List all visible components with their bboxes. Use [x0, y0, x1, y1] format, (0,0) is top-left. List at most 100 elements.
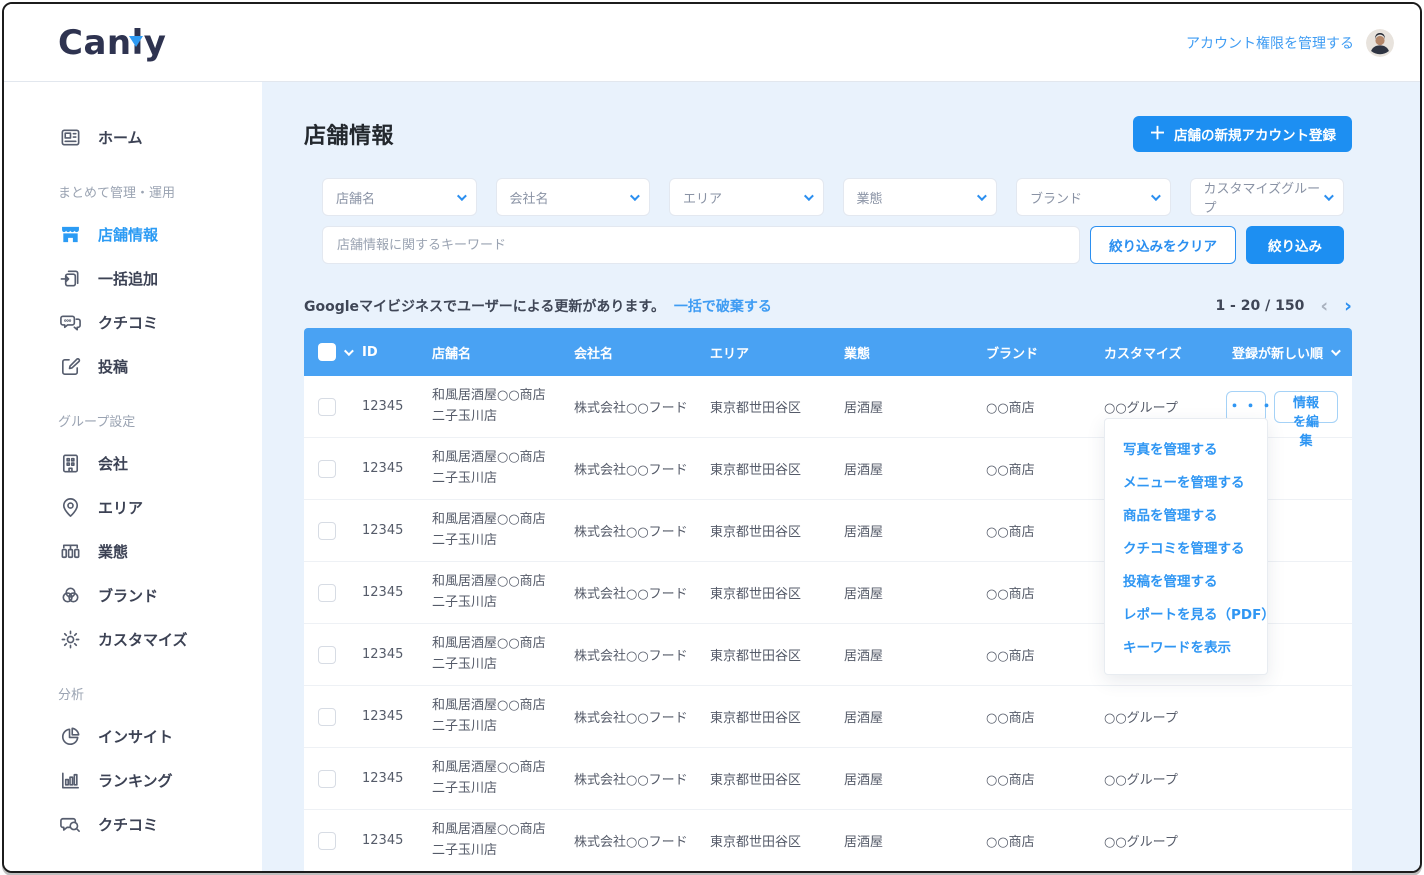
- filter-select-label: 店舗名: [336, 188, 375, 207]
- row-checkbox[interactable]: [318, 398, 336, 416]
- cell-store-name: 和風居酒屋○○商店二子玉川店: [432, 386, 574, 426]
- cell-company: 株式会社○○フード: [574, 583, 710, 602]
- menu-item[interactable]: 商品を管理する: [1105, 497, 1267, 530]
- chevron-down-icon: [977, 191, 987, 201]
- sidebar-item-insights[interactable]: インサイト: [58, 721, 262, 751]
- sidebar-item-label: ランキング: [98, 770, 173, 791]
- sidebar-item-posts[interactable]: 投稿: [58, 351, 262, 381]
- cell-company: 株式会社○○フード: [574, 769, 710, 788]
- home-icon: [58, 125, 82, 149]
- cell-customize: ○○グループ: [1104, 769, 1226, 788]
- sidebar-item-label: インサイト: [98, 726, 173, 747]
- sort-chevron-icon: [1331, 346, 1341, 356]
- sidebar-section-label: まとめて管理・運用: [58, 182, 262, 201]
- cell-area: 東京都世田谷区: [710, 583, 844, 602]
- manage-account-permissions-link[interactable]: アカウント権限を管理する: [1186, 33, 1354, 53]
- filter-select-1[interactable]: 会社名: [496, 178, 651, 216]
- cell-company: 株式会社○○フード: [574, 645, 710, 664]
- pagination-range: 1 - 20 / 150: [1215, 298, 1304, 314]
- menu-item[interactable]: クチコミを管理する: [1105, 530, 1267, 563]
- sidebar-item-label: ホーム: [98, 127, 143, 148]
- cell-business-type: 居酒屋: [844, 645, 986, 664]
- select-all-chevron-icon[interactable]: [344, 346, 354, 356]
- cell-id: 12345: [362, 709, 432, 724]
- cell-area: 東京都世田谷区: [710, 831, 844, 850]
- menu-item[interactable]: キーワードを表示: [1105, 629, 1267, 662]
- row-checkbox[interactable]: [318, 460, 336, 478]
- row-checkbox[interactable]: [318, 646, 336, 664]
- menu-item[interactable]: レポートを見る（PDF）: [1105, 596, 1267, 629]
- apply-filters-button[interactable]: 絞り込み: [1246, 226, 1344, 264]
- bulk-discard-link[interactable]: 一括で破棄する: [674, 299, 772, 315]
- map-pin-icon: [58, 495, 82, 519]
- row-checkbox[interactable]: [318, 522, 336, 540]
- sidebar-item-store-info[interactable]: 店舗情報: [58, 219, 262, 249]
- sidebar-item-home[interactable]: ホーム: [58, 122, 262, 152]
- cell-area: 東京都世田谷区: [710, 459, 844, 478]
- sidebar-item-business-type[interactable]: 業態: [58, 536, 262, 566]
- cell-id: 12345: [362, 523, 432, 538]
- main-content: 店舗情報 ＋ 店舗の新規アカウント登録 店舗名 会社名 エリア 業態 ブランド …: [262, 82, 1420, 871]
- filter-select-0[interactable]: 店舗名: [322, 178, 477, 216]
- row-checkbox[interactable]: [318, 708, 336, 726]
- cell-brand: ○○商店: [986, 521, 1104, 540]
- register-store-button[interactable]: ＋ 店舗の新規アカウント登録: [1133, 116, 1352, 152]
- column-header-area: エリア: [710, 343, 844, 362]
- filter-select-label: 会社名: [510, 188, 549, 207]
- page-title: 店舗情報: [304, 118, 394, 150]
- cell-brand: ○○商店: [986, 397, 1104, 416]
- filter-select-2[interactable]: エリア: [669, 178, 824, 216]
- filter-select-label: エリア: [683, 188, 722, 207]
- row-checkbox[interactable]: [318, 770, 336, 788]
- select-all-checkbox[interactable]: [318, 343, 336, 361]
- column-header-customize: カスタマイズ: [1104, 343, 1226, 362]
- cell-id: 12345: [362, 585, 432, 600]
- menu-item[interactable]: メニューを管理する: [1105, 464, 1267, 497]
- prev-page-button[interactable]: ‹: [1320, 297, 1328, 316]
- cell-company: 株式会社○○フード: [574, 707, 710, 726]
- cell-company: 株式会社○○フード: [574, 397, 710, 416]
- menu-item[interactable]: 写真を管理する: [1105, 431, 1267, 464]
- menu-item[interactable]: 投稿を管理する: [1105, 563, 1267, 596]
- filter-select-5[interactable]: カスタマイズグループ: [1190, 178, 1345, 216]
- filter-select-4[interactable]: ブランド: [1016, 178, 1171, 216]
- clear-filters-button[interactable]: 絞り込みをクリア: [1090, 226, 1236, 264]
- next-page-button[interactable]: ›: [1344, 297, 1352, 316]
- notice-row: Googleマイビジネスでユーザーによる更新があります。 一括で破棄する 1 -…: [304, 296, 1352, 316]
- sidebar-item-ranking[interactable]: ランキング: [58, 765, 262, 795]
- review-search-icon: [58, 812, 82, 836]
- keyword-input[interactable]: [322, 226, 1080, 264]
- cell-brand: ○○商店: [986, 583, 1104, 602]
- sidebar-item-reviews[interactable]: クチコミ: [58, 307, 262, 337]
- row-checkbox[interactable]: [318, 832, 336, 850]
- canly-logo: Canly: [58, 23, 166, 63]
- row-edit-info-button[interactable]: 情報を編集: [1274, 391, 1338, 423]
- user-avatar[interactable]: [1366, 29, 1394, 57]
- sidebar-item-brand[interactable]: ブランド: [58, 580, 262, 610]
- register-store-label: 店舗の新規アカウント登録: [1174, 124, 1336, 144]
- column-header-id: ID: [362, 345, 432, 360]
- sidebar-item-reviews-analysis[interactable]: クチコミ: [58, 809, 262, 839]
- filter-select-label: カスタマイズグループ: [1204, 178, 1325, 216]
- cell-area: 東京都世田谷区: [710, 521, 844, 540]
- sidebar: ホームまとめて管理・運用 店舗情報 一括追加 クチコミ 投稿グループ設定 会社 …: [4, 82, 262, 871]
- cell-store-name: 和風居酒屋○○商店二子玉川店: [432, 820, 574, 860]
- sidebar-item-label: 業態: [98, 541, 128, 562]
- store-table: ID 店舗名 会社名 エリア 業態 ブランド カスタマイズ 登録が新しい順: [304, 328, 1352, 871]
- chevron-down-icon: [1150, 191, 1160, 201]
- filter-select-3[interactable]: 業態: [843, 178, 998, 216]
- row-checkbox[interactable]: [318, 584, 336, 602]
- cell-business-type: 居酒屋: [844, 769, 986, 788]
- sidebar-item-label: クチコミ: [98, 312, 158, 333]
- column-header-brand: ブランド: [986, 343, 1104, 362]
- cell-store-name: 和風居酒屋○○商店二子玉川店: [432, 696, 574, 736]
- cell-store-name: 和風居酒屋○○商店二子玉川店: [432, 572, 574, 612]
- storefront-icon: [58, 222, 82, 246]
- sidebar-item-company[interactable]: 会社: [58, 448, 262, 478]
- sidebar-item-customize[interactable]: カスタマイズ: [58, 624, 262, 654]
- sidebar-item-bulk-add[interactable]: 一括追加: [58, 263, 262, 293]
- table-row: 12345 和風居酒屋○○商店二子玉川店 株式会社○○フード 東京都世田谷区 居…: [304, 686, 1352, 748]
- filter-selects: 店舗名 会社名 エリア 業態 ブランド カスタマイズグループ: [322, 178, 1344, 216]
- sidebar-item-area[interactable]: エリア: [58, 492, 262, 522]
- sort-selector[interactable]: 登録が新しい順: [1232, 343, 1338, 362]
